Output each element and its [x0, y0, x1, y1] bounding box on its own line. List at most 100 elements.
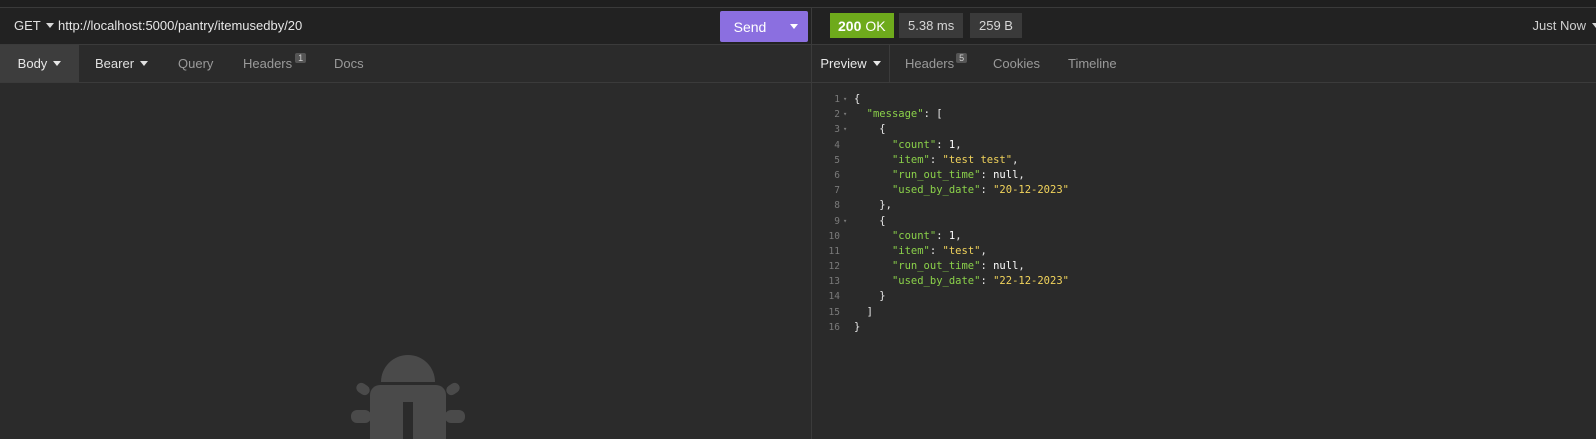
tab-query[interactable]: Query	[178, 45, 213, 82]
fold-toggle-icon[interactable]: ▾	[843, 92, 847, 107]
request-pane: GET http://localhost:5000/pantry/itemuse…	[0, 8, 811, 439]
tab-bearer-label: Bearer	[95, 56, 135, 71]
fold-toggle-icon[interactable]: ▾	[843, 107, 847, 122]
url-input[interactable]: http://localhost:5000/pantry/itemusedby/…	[58, 18, 302, 33]
code-text: }	[854, 289, 886, 304]
response-tabs: Preview Headers 5 Cookies Timeline	[812, 45, 1596, 83]
tab-preview-label: Preview	[820, 56, 867, 71]
json-punct: {	[854, 123, 886, 136]
caret-down-icon	[790, 24, 798, 29]
code-text: "run_out_time": null,	[854, 259, 1025, 274]
code-line: 16}	[812, 320, 1596, 335]
json-punct: }	[854, 290, 886, 303]
json-punct: :	[980, 168, 994, 181]
headers-count-badge: 1	[295, 52, 307, 63]
line-number: 10	[828, 230, 840, 242]
code-text: ]	[854, 305, 873, 320]
json-punct: :	[929, 244, 943, 257]
response-headers-count-badge: 5	[956, 52, 968, 63]
json-string: "22-12-2023"	[993, 275, 1069, 288]
tab-headers-label: Headers	[243, 56, 293, 71]
response-size: 259 B	[970, 13, 1022, 38]
code-text: "item": "test test",	[854, 153, 1018, 168]
json-punct	[854, 108, 867, 120]
code-text: },	[854, 198, 892, 213]
json-punct: :	[936, 229, 949, 242]
bug-icon	[351, 355, 465, 439]
status-code: 200	[838, 17, 862, 34]
send-button[interactable]: Send	[720, 19, 780, 35]
response-time: 5.38 ms	[899, 13, 964, 38]
code-line: 5 "item": "test test",	[812, 153, 1596, 168]
line-number: 5	[834, 154, 840, 166]
caret-down-icon	[45, 23, 54, 28]
json-punct: ,	[955, 229, 962, 242]
tab-response-headers-label: Headers	[905, 56, 955, 71]
json-punct	[854, 245, 892, 257]
method-label: GET	[14, 18, 41, 33]
caret-down-icon	[872, 61, 881, 66]
json-punct: {	[854, 93, 861, 105]
json-punct	[854, 139, 892, 151]
json-key: "run_out_time"	[891, 168, 981, 181]
json-punct	[854, 275, 892, 287]
line-number: 12	[828, 261, 840, 273]
json-punct: ,	[1018, 260, 1025, 273]
line-number: 7	[834, 185, 840, 197]
tab-docs[interactable]: Docs	[334, 45, 364, 82]
tab-timeline[interactable]: Timeline	[1068, 45, 1117, 82]
code-line: 3 ▾ {	[812, 122, 1596, 137]
line-number: 2	[834, 109, 840, 121]
json-key: "count"	[891, 138, 937, 151]
code-line: 12 "run_out_time": null,	[812, 259, 1596, 274]
line-number: 1	[834, 94, 840, 105]
tab-headers[interactable]: Headers 1	[243, 45, 307, 82]
response-pane: 200 OK 5.38 ms 259 B Just Now Preview He…	[812, 8, 1596, 439]
json-punct: ,	[980, 244, 987, 257]
tab-body[interactable]: Body	[0, 45, 79, 82]
tab-cookies-label: Cookies	[993, 56, 1040, 71]
json-key: "item"	[891, 153, 930, 166]
json-punct: : [	[923, 108, 943, 121]
code-line: 4 "count": 1,	[812, 138, 1596, 153]
line-number: 3	[834, 124, 840, 136]
json-key: "used_by_date"	[891, 184, 981, 197]
code-line: 11 "item": "test",	[812, 244, 1596, 259]
response-body-viewer[interactable]: 1 ▾{2 ▾ "message": [3 ▾ {4 "count": 1, 5 "it…	[812, 92, 1596, 335]
code-text: }	[854, 320, 860, 335]
json-punct	[854, 230, 892, 242]
json-punct: ,	[1018, 168, 1025, 181]
code-line: 1 ▾ {	[812, 92, 1596, 107]
caret-down-icon	[140, 61, 149, 66]
fold-toggle-icon[interactable]: ▾	[843, 214, 847, 229]
json-value: null	[993, 260, 1019, 273]
json-punct: :	[936, 138, 949, 151]
code-line: 10 "count": 1,	[812, 229, 1596, 244]
tab-query-label: Query	[178, 56, 214, 71]
json-punct	[854, 169, 892, 181]
tab-preview[interactable]: Preview	[812, 45, 890, 82]
line-number: 16	[828, 321, 840, 333]
window-top-strip	[0, 0, 1596, 8]
code-line: 8 },	[812, 198, 1596, 213]
code-line: 7 "used_by_date": "20-12-2023"	[812, 183, 1596, 198]
tab-bearer[interactable]: Bearer	[95, 45, 149, 82]
history-dropdown[interactable]: Just Now	[1533, 18, 1596, 33]
tab-cookies[interactable]: Cookies	[993, 45, 1040, 82]
code-text: {	[854, 92, 860, 107]
code-line: 6 "run_out_time": null,	[812, 168, 1596, 183]
send-options-dropdown[interactable]	[780, 11, 808, 42]
code-text: "used_by_date": "20-12-2023"	[854, 183, 1069, 198]
json-punct: }	[854, 320, 861, 333]
tab-timeline-label: Timeline	[1068, 56, 1117, 71]
request-tabs: Body Bearer Query Headers 1 Docs	[0, 45, 811, 83]
fold-toggle-icon[interactable]: ▾	[843, 122, 847, 137]
code-text: {	[854, 214, 885, 229]
tab-docs-label: Docs	[334, 56, 364, 71]
code-line: 14 }	[812, 289, 1596, 304]
json-punct: ,	[1012, 153, 1019, 166]
line-number: 9	[834, 215, 840, 227]
tab-response-headers[interactable]: Headers 5	[905, 45, 968, 82]
json-punct	[854, 260, 892, 272]
method-select[interactable]: GET	[14, 18, 54, 33]
